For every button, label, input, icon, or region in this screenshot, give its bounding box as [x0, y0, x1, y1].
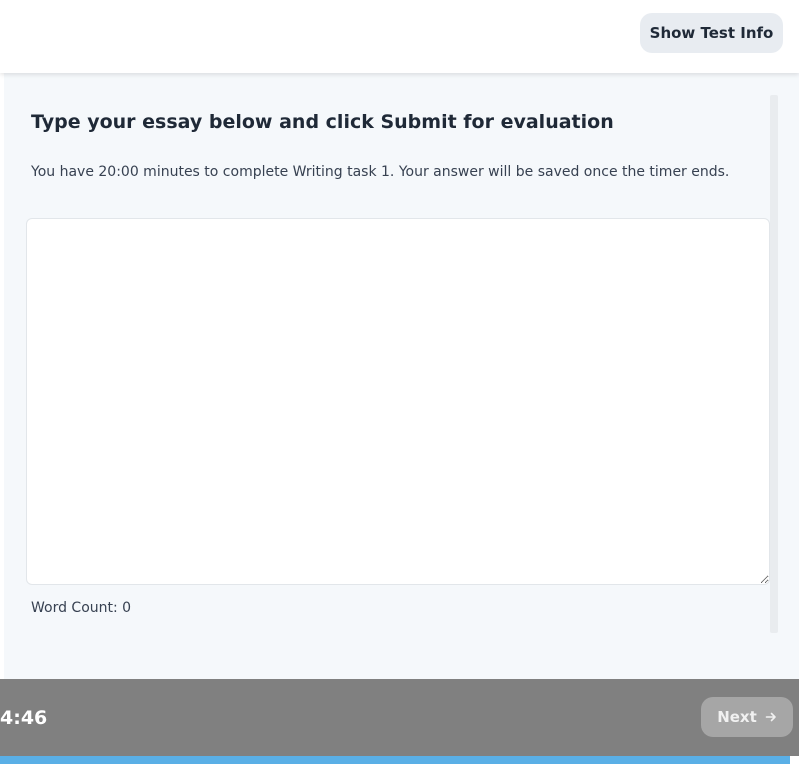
panel-scrollbar[interactable] — [770, 95, 778, 633]
arrow-right-icon — [765, 712, 776, 722]
writing-panel: Type your essay below and click Submit f… — [4, 73, 799, 679]
word-count: Word Count: 0 — [31, 600, 132, 616]
top-bar: Show Test Info — [0, 0, 799, 73]
next-button[interactable]: Next — [701, 697, 793, 737]
countdown-timer: 4:46 — [0, 707, 48, 729]
page: Show Test Info Type your essay below and… — [0, 0, 799, 764]
task-instructions: You have 20:00 minutes to complete Writi… — [31, 164, 730, 180]
progress-bar-fill — [0, 756, 791, 764]
next-button-label: Next — [717, 708, 757, 726]
essay-textarea[interactable] — [26, 218, 770, 585]
bottom-bar: 4:46 Next — [0, 679, 799, 756]
show-test-info-button[interactable]: Show Test Info — [640, 13, 783, 53]
page-title: Type your essay below and click Submit f… — [31, 111, 614, 133]
progress-bar — [0, 756, 799, 764]
